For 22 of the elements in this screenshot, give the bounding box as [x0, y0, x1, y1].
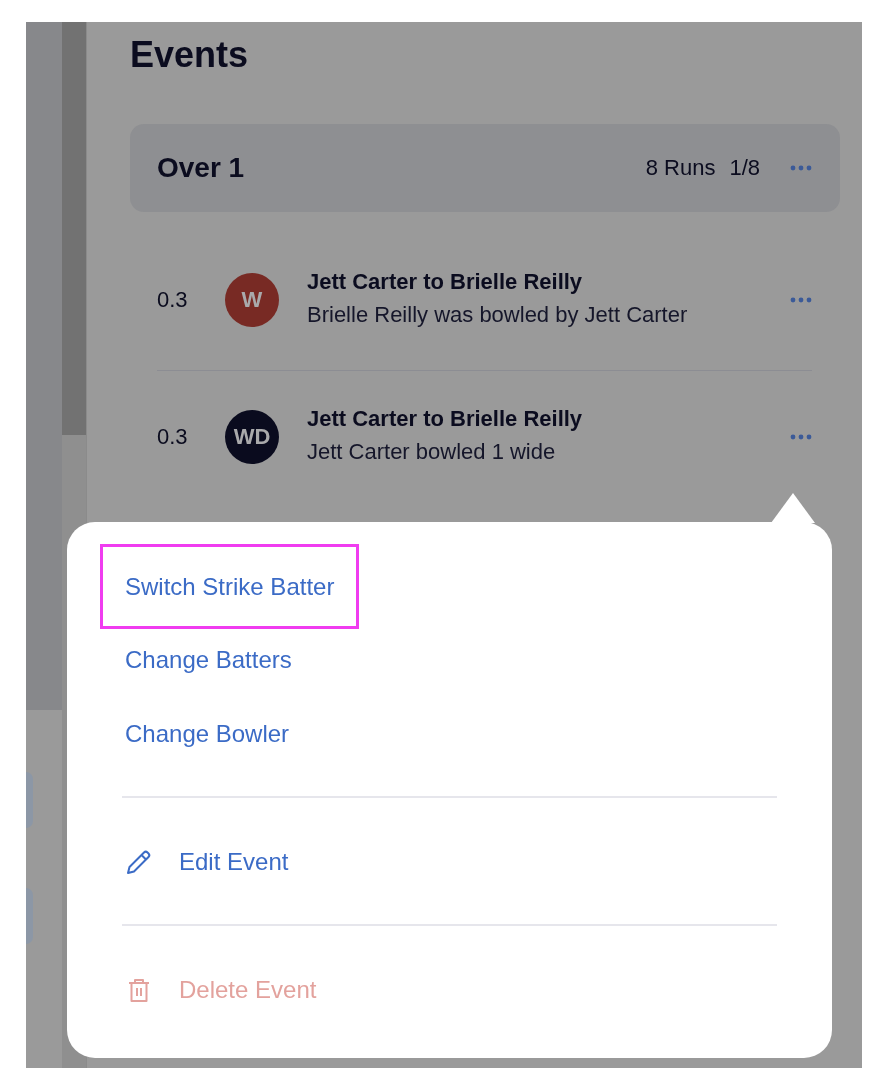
avatar-icon	[26, 772, 33, 828]
runs-count: 8 Runs	[645, 155, 716, 181]
over-score: 1/8	[729, 155, 760, 181]
menu-item[interactable]: Change Bowler	[100, 697, 315, 771]
event-title: Jett Carter to Brielle Reilly	[307, 269, 584, 296]
menu-item[interactable]: Edit Event	[100, 825, 314, 899]
more-icon[interactable]	[790, 297, 812, 303]
scrollbar-thumb[interactable]	[62, 22, 86, 435]
ball-number: 0.3	[157, 424, 189, 450]
menu-item[interactable]: Switch Strike Batter	[100, 544, 360, 629]
more-icon[interactable]	[790, 434, 812, 440]
event-badge: WD	[225, 410, 279, 464]
pencil-icon	[125, 848, 153, 876]
event-description: Jett Carter bowled 1 wide	[307, 438, 557, 467]
avatar-icon	[26, 888, 33, 944]
event-description: Brielle Reilly was bowled by Jett Carter	[307, 301, 689, 330]
over-title: Over 1	[157, 152, 246, 184]
page-title: Events	[130, 34, 250, 76]
ball-number: 0.3	[157, 287, 189, 313]
event-badge: W	[225, 273, 279, 327]
event-title: Jett Carter to Brielle Reilly	[307, 406, 584, 433]
more-icon[interactable]	[790, 165, 812, 171]
